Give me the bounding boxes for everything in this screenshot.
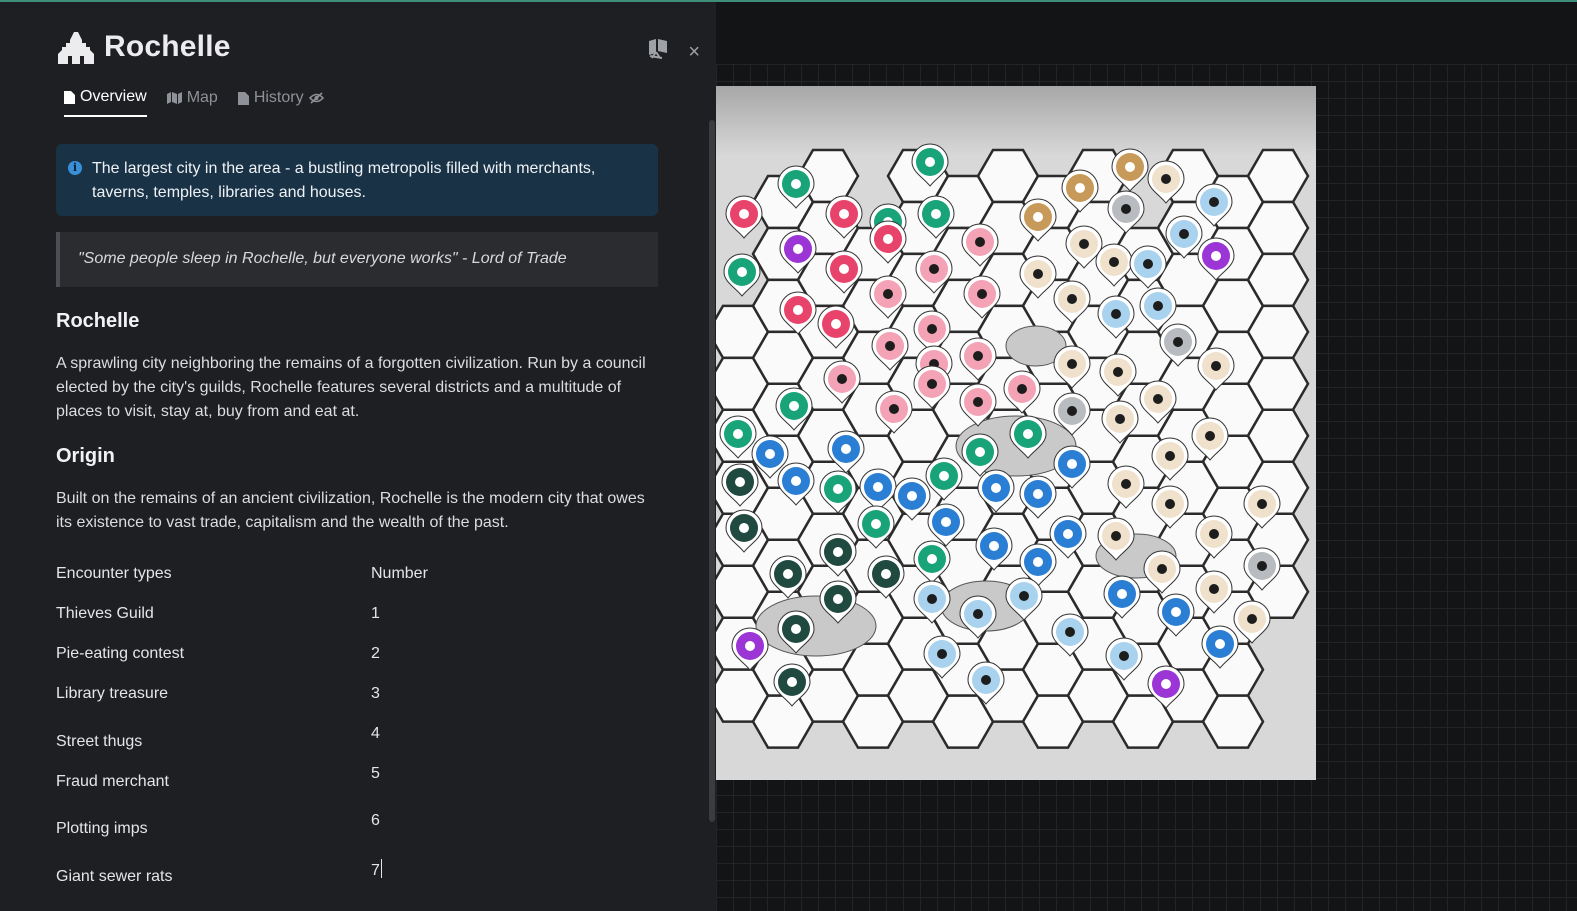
tab-history[interactable]: History <box>237 88 324 117</box>
panel-scrollbar[interactable] <box>708 120 716 822</box>
canvas-header <box>716 0 1577 64</box>
title-row: Rochelle <box>56 30 231 64</box>
info-callout: i The largest city in the area - a bustl… <box>56 144 658 216</box>
hex-map-image <box>716 143 1310 749</box>
info-text: The largest city in the area - a bustlin… <box>92 160 596 201</box>
section-paragraph-rochelle: A sprawling city neighboring the remains… <box>56 355 646 420</box>
leaf-marker[interactable] <box>725 195 763 239</box>
info-icon: i <box>68 161 82 175</box>
tab-label: Map <box>186 89 218 106</box>
table-cell-type: Plotting imps <box>56 820 148 837</box>
map-canvas[interactable] <box>716 0 1577 911</box>
tab-bar: Overview Map History <box>64 88 324 117</box>
map-pin-off-icon[interactable] <box>646 38 670 65</box>
location-panel: Rochelle × Overview Map History i The la <box>0 0 716 911</box>
table-cell-number: 3 <box>371 685 380 702</box>
section-heading-rochelle: Rochelle <box>56 310 140 332</box>
water-area <box>755 595 877 657</box>
table-cell-type: Street thugs <box>56 733 143 750</box>
tab-map[interactable]: Map <box>166 88 218 117</box>
table-cell-number: 5 <box>371 765 380 782</box>
city-icon <box>56 30 96 64</box>
panel-actions: × <box>646 38 700 65</box>
table-cell-type: Giant sewer rats <box>56 868 173 885</box>
section-paragraph-origin: Built on the remains of an ancient civil… <box>56 490 645 531</box>
top-accent-line <box>0 0 1577 2</box>
tab-label: History <box>253 89 304 106</box>
map-icon <box>166 92 182 104</box>
scrollbar-thumb[interactable] <box>709 120 715 822</box>
tab-overview[interactable]: Overview <box>64 88 147 117</box>
page-title: Rochelle <box>104 30 231 63</box>
eye-off-icon <box>308 92 324 104</box>
section-heading-origin: Origin <box>56 445 115 467</box>
quote-block: "Some people sleep in Rochelle, but ever… <box>56 232 658 287</box>
table-cell-type: Pie-eating contest <box>56 645 185 662</box>
table-cell-number: 4 <box>371 725 380 742</box>
text-cursor <box>380 859 382 878</box>
document-icon <box>237 91 249 105</box>
document-icon <box>64 90 75 104</box>
table-cell-number-editing[interactable]: 7 <box>371 859 382 880</box>
table-cell-type: Thieves Guild <box>56 605 154 622</box>
tab-label: Overview <box>80 88 147 105</box>
close-icon[interactable]: × <box>688 42 700 62</box>
table-cell-type: Library treasure <box>56 685 169 702</box>
table-cell-type: Fraud merchant <box>56 773 169 790</box>
wave-marker[interactable] <box>723 253 761 297</box>
table-cell-number: 1 <box>371 605 380 622</box>
table-cell-number: 7 <box>371 862 380 879</box>
table-header-number: Number <box>371 565 428 582</box>
table-cell-number: 2 <box>371 645 380 662</box>
hex-map[interactable] <box>716 86 1316 780</box>
table-cell-number: 6 <box>371 812 380 829</box>
table-header-type: Encounter types <box>56 565 172 582</box>
